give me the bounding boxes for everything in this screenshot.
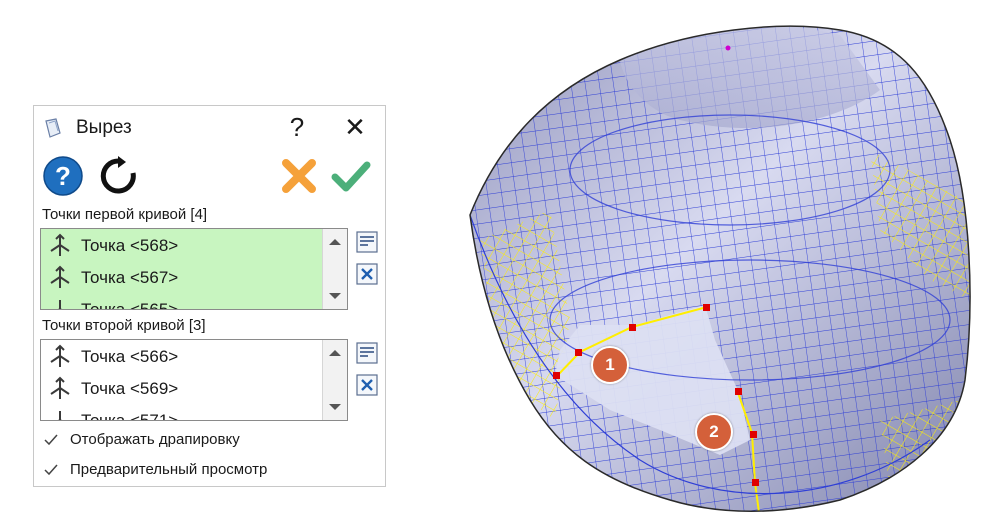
point-icon	[58, 411, 62, 420]
curve-point[interactable]	[735, 388, 742, 395]
help-round-icon[interactable]: ?	[42, 155, 84, 197]
scroll-up-icon[interactable]	[329, 350, 341, 356]
help-button[interactable]: ?	[282, 112, 312, 142]
select-list-icon[interactable]	[355, 341, 379, 365]
scroll-up-icon[interactable]	[329, 239, 341, 245]
cancel-icon[interactable]	[278, 155, 320, 197]
scrollbar[interactable]	[322, 229, 347, 309]
marker-2: 2	[695, 413, 733, 451]
list-item[interactable]: Точка <571>	[47, 407, 179, 421]
dialog-title: Вырез	[76, 117, 132, 138]
curve-point[interactable]	[553, 372, 560, 379]
list-item-label: Точка <571>	[81, 411, 179, 421]
list-item-label: Точка <569>	[81, 379, 179, 398]
preview-label: Предварительный просмотр	[70, 461, 268, 478]
list-item-label: Точка <565>	[81, 300, 179, 310]
list-item[interactable]: Точка <567>	[47, 264, 178, 292]
point-icon	[58, 300, 62, 309]
scroll-down-icon[interactable]	[329, 293, 341, 299]
3d-model-viewport[interactable]	[460, 0, 995, 525]
delete-list-icon[interactable]	[355, 262, 379, 286]
show-drape-label: Отображать драпировку	[70, 431, 240, 448]
second-curve-label: Точки второй кривой [3]	[42, 317, 206, 334]
ok-icon[interactable]	[330, 155, 372, 197]
point-icon	[50, 344, 70, 367]
cut-dialog: Вырез ? ✕ ? Точки первой кривой [4] Точк…	[33, 105, 386, 487]
list-item[interactable]: Точка <569>	[47, 375, 178, 403]
curve-point[interactable]	[750, 431, 757, 438]
preview-checkbox[interactable]	[42, 461, 60, 479]
second-curve-list[interactable]: Точка <566> Точка <569> Точка <571>	[40, 339, 348, 421]
svg-text:?: ?	[55, 161, 71, 191]
curve-point[interactable]	[752, 479, 759, 486]
scrollbar[interactable]	[322, 340, 347, 420]
close-button[interactable]: ✕	[340, 112, 370, 142]
dialog-titlebar: Вырез ? ✕	[34, 106, 385, 148]
marker-1: 1	[591, 346, 629, 384]
scroll-down-icon[interactable]	[329, 404, 341, 410]
select-list-icon[interactable]	[355, 230, 379, 254]
curve-point[interactable]	[629, 324, 636, 331]
first-curve-list[interactable]: Точка <568> Точка <567> Точка <565>	[40, 228, 348, 310]
delete-list-icon[interactable]	[355, 373, 379, 397]
list-item[interactable]: Точка <565>	[47, 296, 179, 310]
list-item[interactable]: Точка <568>	[47, 232, 178, 260]
refresh-icon[interactable]	[98, 155, 140, 197]
list-item-label: Точка <568>	[81, 236, 179, 255]
list-item-label: Точка <567>	[81, 268, 179, 287]
curve-point[interactable]	[703, 304, 710, 311]
origin-point-icon	[725, 45, 731, 51]
first-curve-label: Точки первой кривой [4]	[42, 206, 208, 223]
curve-point[interactable]	[575, 349, 582, 356]
point-icon	[50, 376, 70, 399]
point-icon	[50, 233, 70, 256]
list-item[interactable]: Точка <566>	[47, 343, 178, 371]
show-drape-checkbox[interactable]	[42, 431, 60, 449]
list-item-label: Точка <566>	[81, 347, 179, 366]
cut-tool-icon	[45, 118, 61, 138]
point-icon	[50, 265, 70, 288]
